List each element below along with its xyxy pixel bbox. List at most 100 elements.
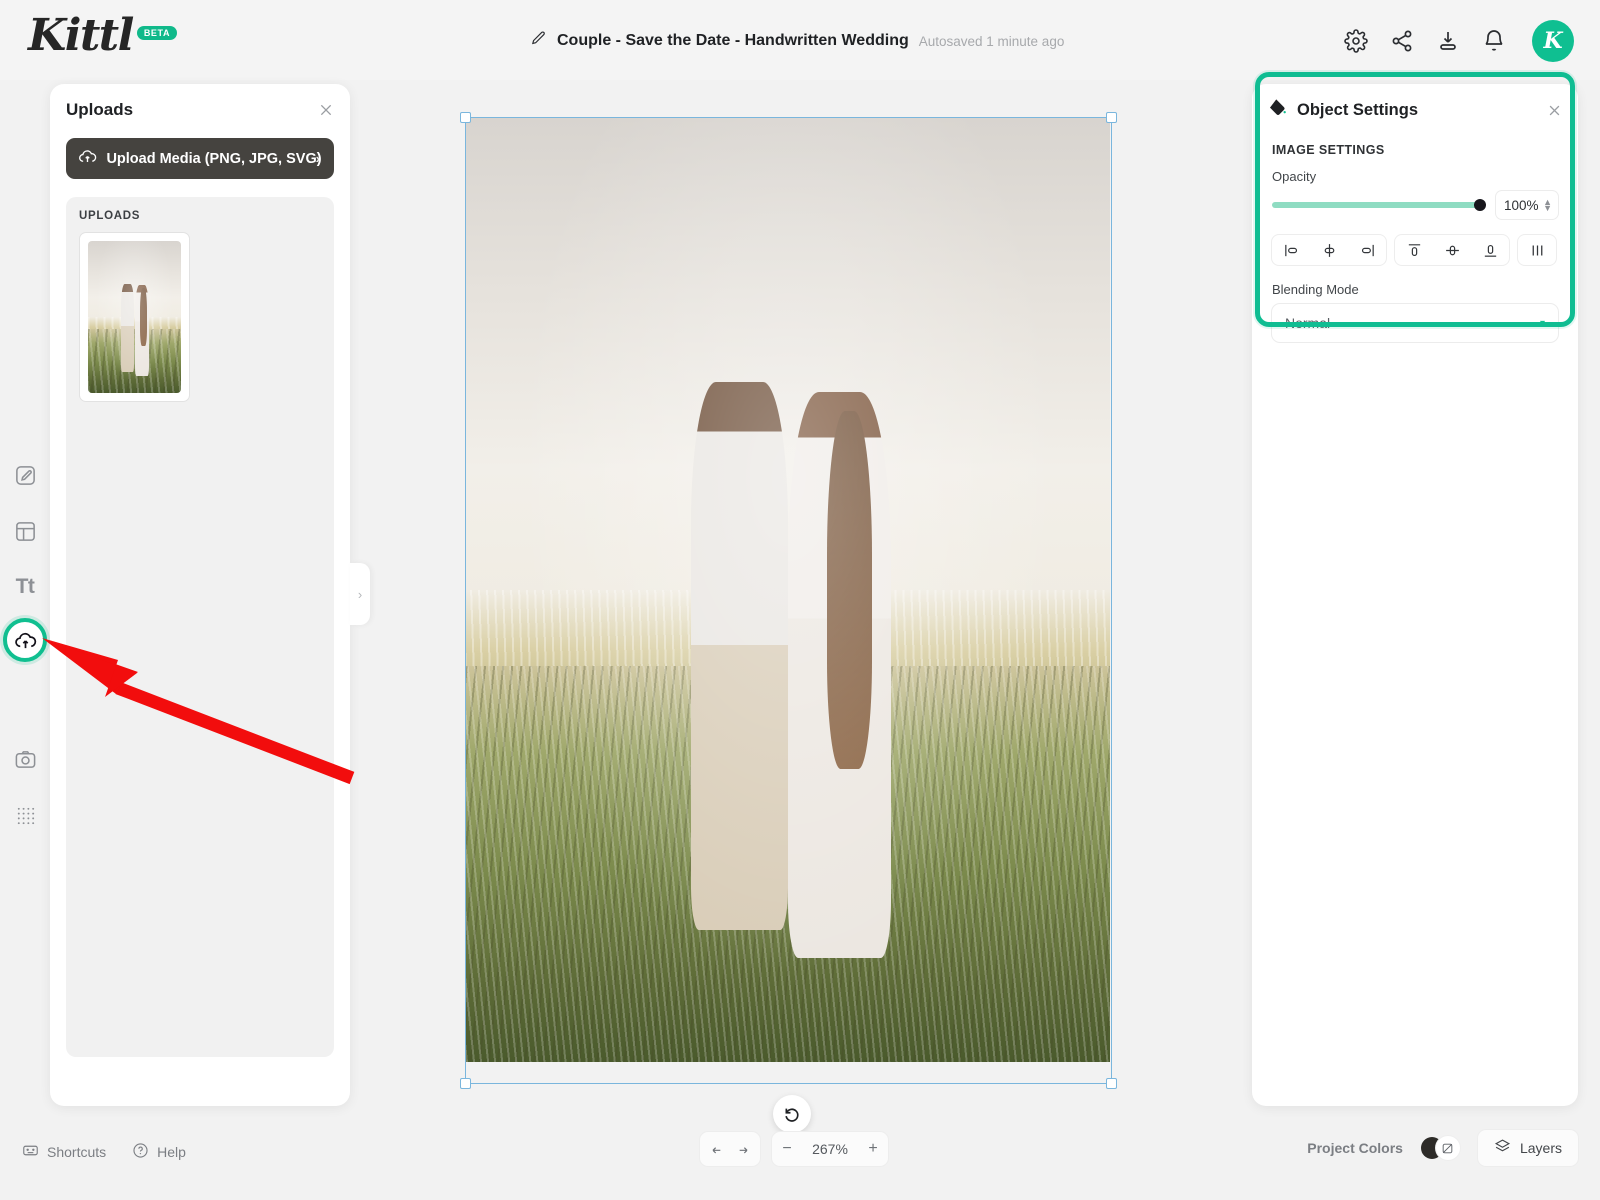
layers-button[interactable]: Layers — [1477, 1130, 1578, 1166]
bell-icon[interactable] — [1482, 29, 1506, 53]
distribute-button[interactable] — [1518, 235, 1556, 265]
sidebar-item-edit[interactable] — [5, 455, 45, 495]
shortcuts-label: Shortcuts — [47, 1144, 107, 1160]
align-center-horizontal-button[interactable] — [1310, 235, 1348, 265]
sidebar-item-uploads-placeholder — [5, 679, 45, 723]
zoom-out-button[interactable]: − — [772, 1132, 802, 1166]
uploads-list-card: UPLOADS — [66, 197, 334, 1057]
uploads-panel-header: Uploads — [66, 100, 334, 120]
zoom-in-button[interactable]: + — [858, 1132, 888, 1166]
logo-text: Kittl — [28, 10, 134, 61]
sidebar-item-patterns[interactable] — [5, 795, 45, 835]
align-bottom-button[interactable] — [1471, 235, 1509, 265]
tool-rail: Tt — [0, 80, 50, 1120]
align-top-icon — [1408, 243, 1420, 256]
uploaded-image-thumbnail[interactable] — [79, 232, 190, 402]
blending-mode-value: Normal — [1285, 315, 1331, 331]
align-left-button[interactable] — [1272, 235, 1310, 265]
uploads-section-label: UPLOADS — [79, 210, 141, 222]
download-icon[interactable] — [1436, 29, 1460, 53]
align-bottom-icon — [1484, 244, 1496, 257]
align-center-h-icon — [1324, 243, 1334, 257]
opacity-slider-thumb[interactable] — [1474, 199, 1486, 211]
uploads-panel-title: Uploads — [66, 100, 134, 119]
user-avatar[interactable]: K — [1532, 20, 1574, 62]
close-icon[interactable] — [1547, 103, 1562, 118]
upload-media-label: Upload Media (PNG, JPG, SVG) — [106, 150, 322, 167]
blending-mode-label: Blending Mode — [1272, 282, 1359, 297]
kittl-logo[interactable]: Kittl BETA — [28, 10, 178, 61]
opacity-control: 100% ▲ ▼ — [1272, 191, 1558, 219]
cloud-upload-icon — [14, 632, 36, 648]
gear-icon[interactable] — [1344, 29, 1368, 53]
app-header: Kittl BETA Couple - Save the Date - Hand… — [0, 0, 1600, 80]
thumbnail-image — [88, 241, 181, 393]
uploads-panel: Uploads Upload Media (PNG, JPG, SVG) › U… — [50, 84, 350, 1106]
opacity-stepper[interactable]: ▲ ▼ — [1543, 198, 1552, 213]
chevron-down-icon: ▾ — [1539, 317, 1545, 329]
redo-button[interactable] — [730, 1132, 760, 1166]
undo-redo-group — [700, 1132, 760, 1166]
selection-box[interactable] — [460, 112, 1117, 1089]
zoom-group: − 267% + — [772, 1132, 888, 1166]
undo-button[interactable] — [700, 1132, 730, 1166]
shortcuts-button[interactable]: Shortcuts — [22, 1142, 106, 1162]
upload-media-button[interactable]: Upload Media (PNG, JPG, SVG) › — [66, 138, 334, 179]
rotate-handle[interactable] — [773, 1095, 811, 1133]
horizontal-align-group — [1272, 235, 1386, 265]
object-settings-title: Object Settings — [1297, 101, 1419, 119]
object-settings-panel: Object Settings IMAGE SETTINGS Opacity 1… — [1252, 84, 1578, 1106]
opacity-value-field[interactable]: 100% ▲ ▼ — [1496, 191, 1558, 219]
canvas-area — [360, 80, 1250, 1133]
opacity-slider[interactable] — [1272, 199, 1486, 211]
project-colors-label[interactable]: Project Colors — [1307, 1140, 1403, 1156]
align-right-icon — [1361, 244, 1374, 256]
vertical-align-group — [1395, 235, 1509, 265]
help-button[interactable]: Help — [132, 1142, 186, 1162]
resize-handle-bottom-right[interactable] — [1106, 1078, 1117, 1089]
beta-badge: BETA — [136, 26, 178, 40]
align-middle-vertical-button[interactable] — [1433, 235, 1471, 265]
align-right-button[interactable] — [1348, 235, 1386, 265]
pencil-icon — [530, 30, 547, 52]
object-settings-body: IMAGE SETTINGS Opacity 100% ▲ ▼ Blending… — [1252, 133, 1578, 358]
resize-handle-top-right[interactable] — [1106, 112, 1117, 123]
sidebar-item-text[interactable]: Tt — [5, 567, 45, 607]
theme-toggle[interactable] — [1420, 1136, 1460, 1160]
document-title-block[interactable]: Couple - Save the Date - Handwritten Wed… — [530, 30, 1064, 52]
resize-handle-top-left[interactable] — [460, 112, 471, 123]
align-top-button[interactable] — [1395, 235, 1433, 265]
zoom-level[interactable]: 267% — [802, 1141, 858, 1157]
tab-object-settings[interactable]: Object Settings — [1268, 98, 1418, 133]
align-middle-v-icon — [1445, 245, 1459, 255]
share-icon[interactable] — [1390, 29, 1414, 53]
contrast-icon — [1443, 1143, 1453, 1153]
redo-arrow-icon — [739, 1147, 748, 1154]
sidebar-item-templates[interactable] — [5, 511, 45, 551]
alignment-controls — [1272, 235, 1558, 265]
layers-icon — [1494, 1138, 1511, 1158]
zoom-controls: − 267% + — [700, 1132, 888, 1166]
sidebar-item-uploads[interactable] — [3, 618, 47, 662]
header-actions: K — [1344, 20, 1574, 62]
distribute-icon — [1532, 245, 1542, 255]
blending-mode-select[interactable]: Normal ▾ — [1272, 304, 1558, 342]
cloud-upload-icon — [78, 147, 97, 170]
bottom-left-bar: Shortcuts Help — [22, 1142, 186, 1162]
image-settings-label: IMAGE SETTINGS — [1272, 143, 1385, 157]
resize-handle-bottom-left[interactable] — [460, 1078, 471, 1089]
align-left-icon — [1284, 244, 1297, 256]
autosave-status: Autosaved 1 minute ago — [918, 33, 1065, 49]
theme-light-swatch — [1435, 1136, 1460, 1160]
object-settings-tabbar: Object Settings — [1252, 84, 1578, 133]
close-icon[interactable] — [318, 102, 334, 118]
document-title: Couple - Save the Date - Handwritten Wed… — [557, 32, 909, 49]
paint-bucket-icon — [1268, 98, 1288, 123]
chevron-right-icon: › — [315, 151, 320, 166]
sidebar-item-photos[interactable] — [5, 739, 45, 779]
keyboard-icon — [22, 1142, 39, 1162]
bottom-right-bar: Project Colors Layers — [1307, 1130, 1578, 1166]
question-circle-icon — [132, 1142, 149, 1162]
opacity-value: 100% — [1504, 197, 1539, 213]
opacity-label: Opacity — [1272, 169, 1317, 184]
